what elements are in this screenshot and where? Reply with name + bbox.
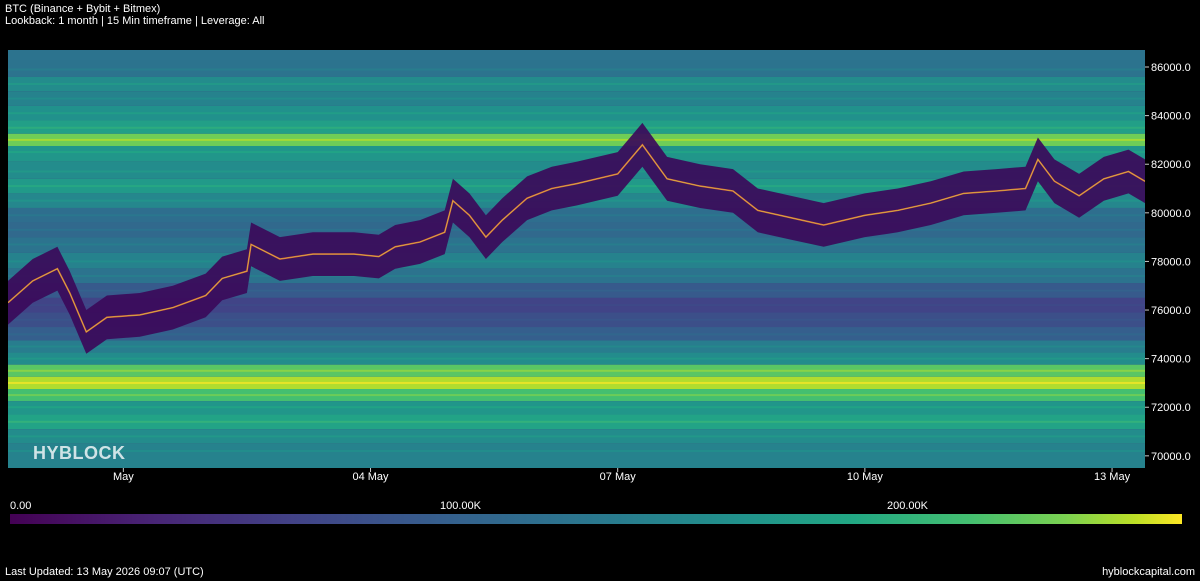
y-tick-label: 78000.0 [1151,256,1191,268]
heat-band [8,145,1145,162]
y-tick-label: 70000.0 [1151,451,1191,463]
colorbar-label-high: 200.00K [887,500,928,512]
y-tick-label: 86000.0 [1151,62,1191,74]
heat-band-stripe [8,214,1145,217]
heat-band-stripe [8,333,1145,336]
x-tick-label: 07 May [600,471,637,483]
colorbar [10,514,1182,524]
heat-band-stripe [8,406,1145,409]
y-tick-label: 72000.0 [1151,402,1191,414]
y-tick-label: 80000.0 [1151,208,1191,220]
x-tick-label: 10 May [847,471,884,483]
heat-band-stripe [8,228,1145,231]
heat-band [8,50,1145,77]
heat-band [8,443,1145,468]
heat-band-stripe [8,126,1145,129]
heat-band-stripe [8,275,1145,278]
y-tick-label: 82000.0 [1151,159,1191,171]
heat-band-stripe [8,345,1145,348]
heat-band-stripe [8,112,1145,115]
heat-band-stripe [8,260,1145,263]
heat-band-stripe [8,369,1145,372]
heat-band-stripe [8,381,1145,384]
liquidation-heatmap: 70000.0 72000.0 74000.0 76000.0 78000.0 80000… [8,50,1191,483]
last-updated: Last Updated: 13 May 2026 09:07 (UTC) [5,566,204,578]
y-tick-label: 84000.0 [1151,111,1191,123]
heat-band-stripe [8,151,1145,154]
site-link[interactable]: hyblockcapital.com [1102,566,1195,578]
heat-band-stripe [8,138,1145,141]
colorbar-label-min: 0.00 [10,500,32,512]
heat-band-stripe [8,435,1145,438]
y-tick-label: 74000.0 [1151,354,1191,366]
y-tick-label: 76000.0 [1151,305,1191,317]
heat-band-stripe [8,449,1145,452]
heat-band-stripe [8,357,1145,360]
heat-band-stripe [8,243,1145,246]
heat-band-stripe [8,83,1145,86]
heat-band-stripe [8,420,1145,423]
x-tick-label: May [113,471,134,483]
heat-band-stripe [8,68,1145,71]
hyblock-watermark: HYBLOCK [33,443,126,463]
heat-band-stripe [8,97,1145,100]
x-tick-label: 04 May [352,471,389,483]
colorbar-label-mid: 100.00K [440,500,481,512]
x-tick-label: 13 May [1094,471,1131,483]
heat-band-stripe [8,394,1145,397]
